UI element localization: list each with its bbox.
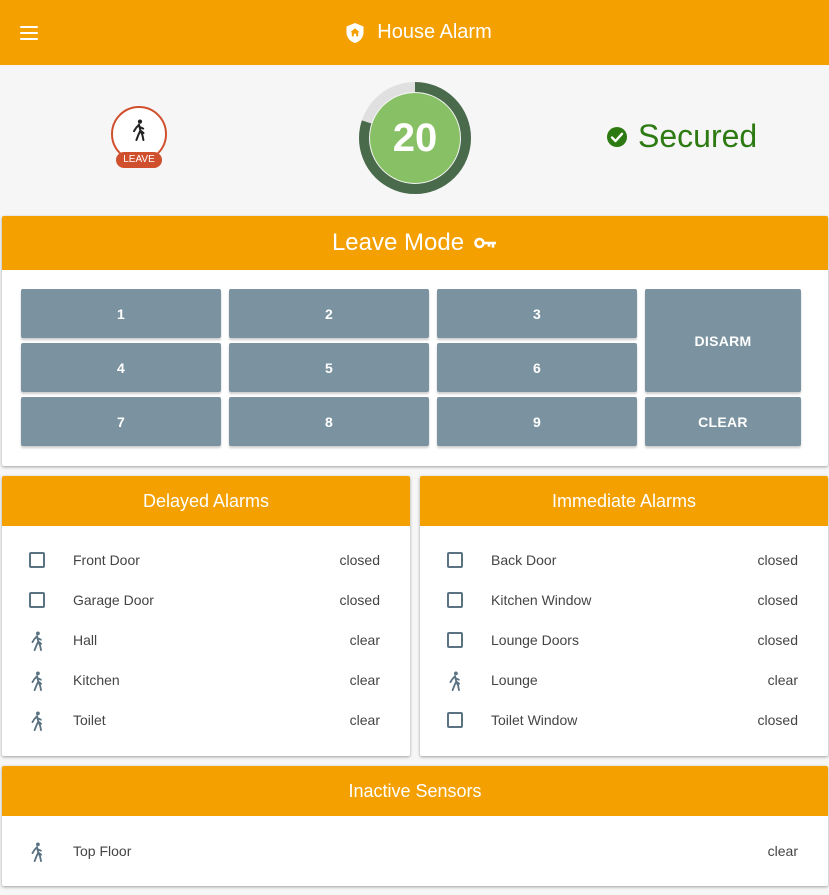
checkbox-icon	[28, 591, 46, 609]
delayed-alarms-list: Front Door closed Garage Door closed Hall cle…	[2, 540, 410, 740]
delayed-alarms-card: Delayed Alarms Front Door closed Garage Do…	[2, 476, 410, 756]
key-8[interactable]: 8	[229, 397, 429, 446]
sensor-row: Back Door closed	[420, 540, 828, 580]
immediate-alarms-list: Back Door closed Kitchen Window closed Loung…	[420, 540, 828, 740]
shield-home-icon	[346, 22, 364, 43]
sensor-name: Front Door	[73, 552, 140, 568]
delayed-alarms-header: Delayed Alarms	[2, 476, 410, 526]
leave-mode-title: Leave Mode	[331, 229, 465, 256]
mode-badge-label: LEAVE	[116, 152, 162, 168]
sensor-row: Lounge Doors closed	[420, 620, 828, 660]
sensor-name: Top Floor	[73, 843, 132, 859]
sensor-name: Hall	[73, 632, 98, 648]
key-3[interactable]: 3	[437, 289, 637, 338]
sensor-row: Kitchen clear	[2, 660, 410, 700]
disarm-button[interactable]: DISARM	[645, 289, 801, 392]
key-9[interactable]: 9	[437, 397, 637, 446]
sensor-row: Lounge clear	[420, 660, 828, 700]
sensor-name: Back Door	[491, 552, 557, 568]
menu-icon[interactable]	[20, 20, 46, 46]
inactive-sensors-header: Inactive Sensors	[2, 766, 828, 816]
alarm-state: Secured	[606, 118, 757, 155]
sensor-name: Lounge	[491, 672, 538, 688]
sensor-row: Toilet clear	[2, 700, 410, 740]
immediate-alarms-header: Immediate Alarms	[420, 476, 828, 526]
walking-person-icon	[28, 842, 46, 862]
sensor-state: closed	[339, 552, 380, 568]
sensor-state: closed	[757, 552, 798, 568]
walking-person-icon	[133, 119, 145, 141]
sensor-state: clear	[349, 632, 380, 648]
app-title: House Alarm	[377, 21, 492, 43]
inactive-sensors-card: Inactive Sensors Top Floor clear	[2, 766, 828, 886]
sensor-row: Hall clear	[2, 620, 410, 660]
app-bar: House Alarm	[0, 0, 829, 65]
sensor-state: closed	[339, 592, 380, 608]
sensor-row: Front Door closed	[2, 540, 410, 580]
sensor-row: Toilet Window closed	[420, 700, 828, 740]
sensor-name: Toilet	[73, 712, 106, 728]
sensor-name: Kitchen	[73, 672, 120, 688]
walking-person-icon	[28, 671, 46, 691]
sensor-state: clear	[767, 843, 798, 859]
check-circle-icon	[607, 126, 627, 147]
key-2[interactable]: 2	[229, 289, 429, 338]
countdown-timer: 20	[358, 81, 472, 195]
sensor-state: clear	[349, 712, 380, 728]
keypad: 1 2 3 4 5 6 7 8 9 DISARM CLEAR	[21, 289, 803, 447]
sensor-name: Toilet Window	[491, 712, 578, 728]
sensor-name: Lounge Doors	[491, 632, 579, 648]
key-icon	[474, 237, 497, 249]
leave-mode-header: Leave Mode	[2, 216, 828, 270]
immediate-alarms-card: Immediate Alarms Back Door closed Kitchen …	[420, 476, 828, 756]
countdown-value: 20	[392, 115, 438, 160]
checkbox-icon	[446, 591, 464, 609]
walking-person-icon	[446, 671, 464, 691]
sensor-row: Garage Door closed	[2, 580, 410, 620]
sensor-row: Kitchen Window closed	[420, 580, 828, 620]
checkbox-icon	[446, 551, 464, 569]
sensor-row: Top Floor clear	[2, 831, 828, 871]
walking-person-icon	[28, 631, 46, 651]
sensor-state: closed	[757, 632, 798, 648]
clear-button[interactable]: CLEAR	[645, 397, 801, 446]
checkbox-icon	[446, 631, 464, 649]
alarm-state-text: Secured	[638, 118, 758, 154]
checkbox-icon	[28, 551, 46, 569]
key-6[interactable]: 6	[437, 343, 637, 392]
key-7[interactable]: 7	[21, 397, 221, 446]
sensor-state: closed	[757, 592, 798, 608]
leave-mode-card: Leave Mode 1 2 3 4 5 6 7 8 9 DISARM CLEA…	[2, 216, 828, 466]
key-5[interactable]: 5	[229, 343, 429, 392]
sensor-name: Kitchen Window	[491, 592, 592, 608]
inactive-sensors-list: Top Floor clear	[2, 831, 828, 871]
checkbox-icon	[446, 711, 464, 729]
key-4[interactable]: 4	[21, 343, 221, 392]
sensor-state: clear	[767, 672, 798, 688]
walking-person-icon	[28, 711, 46, 731]
sensor-name: Garage Door	[73, 592, 154, 608]
sensor-state: closed	[757, 712, 798, 728]
app-title-group: House Alarm	[345, 21, 492, 44]
key-1[interactable]: 1	[21, 289, 221, 338]
mode-badge[interactable]: LEAVE	[111, 106, 167, 168]
sensor-state: clear	[349, 672, 380, 688]
